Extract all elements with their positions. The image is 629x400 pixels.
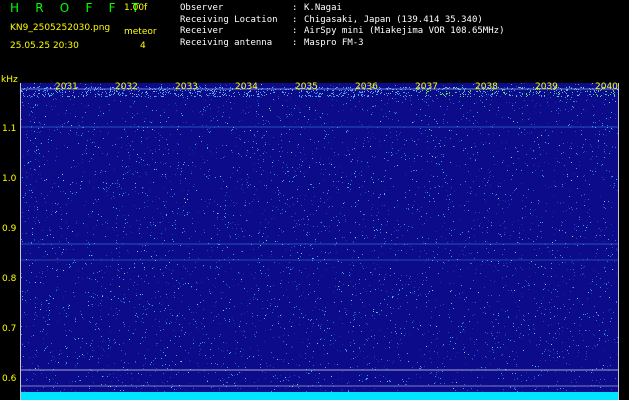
y-tick-label: 0.6: [2, 374, 17, 384]
y-tick-label: 1.1: [2, 124, 17, 134]
x-tick-label: 2035: [295, 82, 318, 92]
spectrogram-canvas: [21, 83, 618, 400]
info-label: Observer: [180, 3, 224, 13]
mode-value: 4: [140, 41, 146, 51]
info-value: Chigasaki, Japan (139.414 35.340): [304, 14, 483, 25]
info-row-receiver: Receiver : AirSpy mini (Miakejima VOR 10…: [180, 26, 504, 38]
info-label: Receiving Location: [180, 14, 278, 25]
x-tick-label: 2034: [235, 82, 258, 92]
info-row-observer: Observer : K.Nagai: [180, 3, 504, 15]
version-label: 1.00f: [124, 3, 148, 13]
x-tick-label: 2038: [475, 82, 498, 92]
x-tick-label: 2040: [595, 82, 618, 92]
info-label: Receiver: [180, 26, 224, 36]
y-tick-label: 0.7: [2, 324, 17, 334]
x-tick-label: 2033: [175, 82, 198, 92]
datetime-label: 25.05.25 20:30: [10, 41, 79, 51]
y-axis-unit: kHz: [1, 75, 18, 85]
info-separator: :: [292, 3, 298, 13]
info-value: AirSpy mini (Miakejima VOR 108.65MHz): [304, 26, 505, 36]
x-tick-label: 2036: [355, 82, 378, 92]
x-tick-label: 2037: [415, 82, 438, 92]
info-row-location: Receiving Location : Chigasaki, Japan (1…: [180, 15, 504, 27]
y-tick-label: 0.8: [2, 274, 17, 284]
mode-label: meteor: [124, 27, 157, 37]
x-tick-label: 2039: [535, 82, 558, 92]
spectrogram-plot[interactable]: [20, 83, 619, 400]
observation-info: Observer : K.Nagai Receiving Location : …: [180, 3, 504, 49]
info-row-antenna: Receiving antenna : Maspro FM-3: [180, 38, 504, 50]
info-separator: :: [292, 26, 298, 36]
x-tick-label: 2031: [55, 82, 78, 92]
y-tick-label: 1.0: [2, 174, 17, 184]
filename-label: KN9_2505252030.png: [10, 23, 111, 33]
y-tick-label: 0.9: [2, 224, 17, 234]
info-separator: :: [292, 14, 298, 25]
info-value: Maspro FM-3: [304, 37, 364, 48]
info-label: Receiving antenna: [180, 37, 273, 48]
x-tick-label: 2032: [115, 82, 138, 92]
info-separator: :: [292, 37, 298, 48]
info-value: K.Nagai: [304, 3, 342, 13]
